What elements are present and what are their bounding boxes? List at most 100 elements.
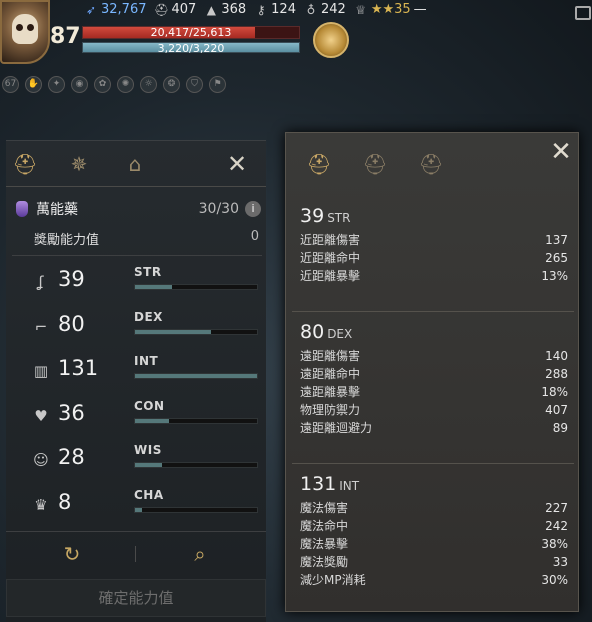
skull-avatar-icon <box>12 14 38 44</box>
stat-row-wis[interactable]: ☺ 28 WIS <box>32 443 262 479</box>
stat-row-dex[interactable]: ⌐ 80 DEX <box>32 310 262 346</box>
confirm-stats-button[interactable]: 確定能力值 <box>6 579 266 617</box>
magnifier-icon[interactable]: ⌕ <box>188 542 212 566</box>
separator <box>135 546 136 562</box>
stat-row-int[interactable]: ▥ 131 INT <box>32 354 262 390</box>
resource-blue[interactable]: ➶ 32,767 <box>84 2 147 17</box>
bonus-row: 獎勵能力值 0 <box>34 229 259 248</box>
detail-label: 近距離傷害 <box>300 233 361 247</box>
stat-panel: ⛑ ✵ ⌂ ✕ 萬能藥 30/30 i 獎勵能力值 0 ʆ 39 STR ⌐ 80 DEX… <box>6 140 266 622</box>
bonus-label: 獎勵能力值 <box>34 233 100 248</box>
resource-witch-hat[interactable]: ▲ 368 <box>204 2 246 17</box>
tab-house-icon[interactable]: ⌂ <box>122 151 148 177</box>
buff-icon[interactable]: ⛉ <box>186 76 203 93</box>
close-icon[interactable]: ✕ <box>224 151 250 177</box>
detail-value: 407 <box>545 403 568 417</box>
detail-label: 遠距離暴擊 <box>300 385 361 399</box>
tab-star-icon[interactable]: ✵ <box>66 151 92 177</box>
character-level: 87 <box>50 24 81 49</box>
resource-helmet[interactable]: ⛑ 407 <box>154 2 197 17</box>
detail-tab-helmet-gear-icon[interactable]: ⛑ <box>306 147 332 181</box>
stat-bar-fill <box>135 285 172 289</box>
stat-value: 36 <box>58 400 85 425</box>
buff-icon[interactable]: ⚑ <box>209 76 226 93</box>
resource-bag-value: 242 <box>320 2 346 17</box>
stat-bar <box>134 373 258 379</box>
section-value: 39 <box>300 205 325 227</box>
bag-icon: ♁ <box>306 2 316 17</box>
buff-icon[interactable]: ✺ <box>117 76 134 93</box>
stat-value: 131 <box>58 356 99 380</box>
detail-line: 遠距離暴擊 18% <box>300 383 568 401</box>
resource-trophy[interactable]: ♕ ★★35 — <box>354 2 427 17</box>
stat-actions: ↻ ⌕ <box>6 531 266 573</box>
detail-value: 265 <box>545 251 568 265</box>
detail-value: 13% <box>541 269 568 283</box>
detail-label: 遠距離命中 <box>300 367 361 381</box>
divider <box>12 255 262 256</box>
stat-name: CON <box>134 398 165 413</box>
detail-line: 近距離傷害 137 <box>300 231 568 249</box>
reset-icon[interactable]: ↻ <box>60 542 84 566</box>
stat-bar-fill <box>135 374 257 378</box>
detail-line: 魔法命中 242 <box>300 517 568 535</box>
info-icon[interactable]: i <box>245 201 261 217</box>
trophy-dash: — <box>413 2 427 17</box>
buff-icon[interactable]: ❂ <box>163 76 180 93</box>
tab-helmet-icon[interactable]: ⛑ <box>12 151 38 177</box>
detail-tab-helmet-plus-icon[interactable]: ⛑ <box>362 147 388 181</box>
stat-name: WIS <box>134 443 162 457</box>
stat-row-cha[interactable]: ♛ 8 CHA <box>32 488 262 524</box>
stat-bar-fill <box>135 463 162 467</box>
section-value: 131 <box>300 473 337 495</box>
section-divider <box>292 311 574 312</box>
witch-hat-icon: ▲ <box>206 2 216 17</box>
detail-value: 288 <box>545 367 568 381</box>
detail-value: 18% <box>541 385 568 399</box>
stat-bar <box>134 506 258 513</box>
arm-icon: ʆ <box>38 273 44 291</box>
resource-bag[interactable]: ♁ 242 <box>304 2 346 17</box>
close-icon[interactable]: ✕ <box>548 139 574 165</box>
resource-helmet-value: 407 <box>171 2 197 17</box>
detail-label: 物理防禦力 <box>300 403 361 417</box>
detail-line: 遠距離傷害 140 <box>300 347 568 365</box>
stat-bar <box>134 417 258 424</box>
buff-level-icon[interactable]: 67 <box>2 76 19 93</box>
detail-line: 減少MP消耗 30% <box>300 571 568 589</box>
screen-toggle-icon[interactable] <box>575 6 591 20</box>
resource-bar: ➶ 32,767 ⛑ 407 ▲ 368 ⚷ 124 ♁ 242 ♕ ★★35 … <box>84 2 427 17</box>
detail-label: 魔法傷害 <box>300 501 349 515</box>
stat-panel-tabs: ⛑ ✵ ⌂ ✕ <box>6 141 266 187</box>
stat-row-str[interactable]: ʆ 39 STR <box>32 265 262 301</box>
buff-icon[interactable]: ✿ <box>94 76 111 93</box>
detail-line: 魔法獎勵 33 <box>300 553 568 571</box>
feather-icon: ➶ <box>85 2 97 17</box>
detail-section-dex: 80 DEX 遠距離傷害 140 遠距離命中 288 遠距離暴擊 18% 物理防禦力 407 遠距離… <box>300 321 568 437</box>
section-header: 131 INT <box>300 473 568 495</box>
detail-value: 89 <box>552 421 568 435</box>
detail-value: 242 <box>545 519 568 533</box>
resource-key[interactable]: ⚷ 124 <box>254 2 296 17</box>
potion-icon <box>16 201 28 217</box>
buff-icon[interactable]: ☼ <box>140 76 157 93</box>
stat-row-con[interactable]: ♥ 36 CON <box>32 399 262 435</box>
buff-icon[interactable]: ✦ <box>48 76 65 93</box>
detail-label: 遠距離迴避力 <box>300 421 373 435</box>
buff-icon[interactable]: ✋ <box>25 76 42 93</box>
detail-value: 38% <box>541 537 568 551</box>
head-icon: ☺ <box>33 451 49 469</box>
mp-bar: 3,220/3,220 <box>82 42 300 55</box>
stat-name: INT <box>134 354 159 368</box>
section-header: 80 DEX <box>300 321 568 343</box>
character-portrait[interactable] <box>0 0 50 64</box>
section-stat-name: STR <box>327 211 351 225</box>
stat-name: DEX <box>134 309 163 324</box>
buff-icon[interactable]: ◉ <box>71 76 88 93</box>
hp-text: 20,417/25,613 <box>150 26 232 39</box>
crown-icon: ♛ <box>34 495 48 514</box>
detail-tab-helmet-refresh-icon[interactable]: ⛑ <box>418 147 444 181</box>
guild-emblem-icon[interactable] <box>313 22 349 58</box>
detail-line: 魔法暴擊 38% <box>300 535 568 553</box>
stat-bar-fill <box>135 329 211 334</box>
